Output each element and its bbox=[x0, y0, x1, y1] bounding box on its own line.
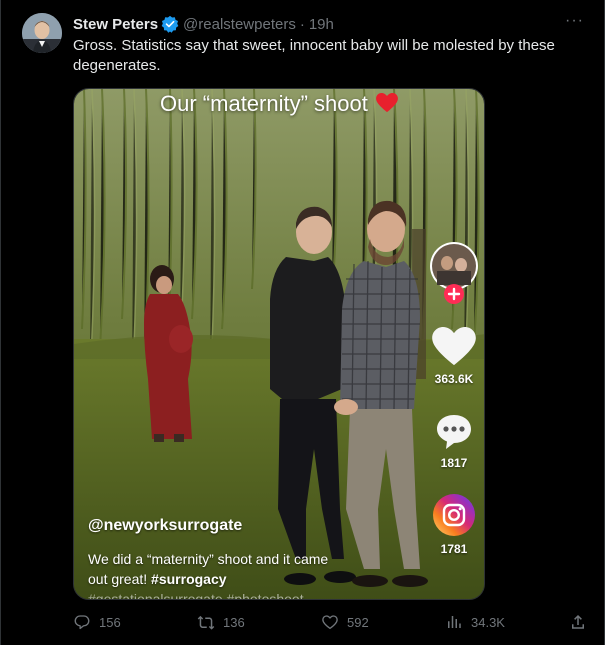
views-button[interactable]: 34.3K bbox=[445, 613, 569, 631]
reply-icon bbox=[74, 615, 90, 630]
comment-count: 1817 bbox=[440, 456, 468, 470]
media-title-text: Our “maternity” shoot bbox=[160, 91, 368, 116]
like-count: 363.6K bbox=[434, 372, 474, 386]
tiktok-caption: We did a “maternity” shoot and it came o… bbox=[88, 549, 388, 599]
tweet-text: Gross. Statistics say that sweet, innoce… bbox=[73, 37, 555, 74]
instagram-icon[interactable] bbox=[432, 493, 476, 537]
share-count: 1781 bbox=[440, 542, 468, 556]
views-count: 34.3K bbox=[471, 614, 505, 630]
repost-button[interactable]: 136 bbox=[197, 613, 321, 631]
repost-count: 136 bbox=[223, 614, 245, 630]
separator-dot: · bbox=[299, 15, 305, 33]
tweet-media[interactable]: Our “maternity” shoot 363.6K 1817 1781 @… bbox=[73, 88, 485, 600]
caption-hashtag[interactable]: #surrogacy bbox=[151, 571, 226, 587]
more-icon[interactable]: ··· bbox=[565, 12, 584, 30]
follow-plus-icon[interactable] bbox=[424, 283, 484, 310]
like-count-action: 592 bbox=[347, 614, 369, 630]
author-name[interactable]: Stew Peters bbox=[73, 16, 158, 33]
tiktok-like-icon[interactable] bbox=[432, 327, 476, 367]
heart-emoji-icon bbox=[376, 93, 398, 113]
caption-line-1: We did a “maternity” shoot and it came bbox=[88, 551, 329, 567]
share-button[interactable] bbox=[569, 613, 587, 631]
author-handle[interactable]: @realstewpeters bbox=[183, 16, 296, 33]
views-icon bbox=[448, 616, 461, 628]
timestamp[interactable]: 19h bbox=[309, 16, 334, 33]
caption-line-2: out great! bbox=[88, 571, 148, 587]
reply-button[interactable]: 156 bbox=[73, 613, 197, 631]
repost-icon bbox=[197, 615, 215, 630]
tiktok-comment-icon[interactable] bbox=[434, 411, 474, 451]
share-icon bbox=[572, 614, 584, 629]
like-icon bbox=[322, 615, 338, 630]
tweet-card[interactable]: Stew Peters @realstewpeters · 19h ··· Gr… bbox=[0, 0, 605, 645]
tiktok-comment[interactable]: 1817 bbox=[424, 411, 484, 470]
media-title: Our “maternity” shoot bbox=[74, 91, 484, 117]
tiktok-like[interactable]: 363.6K bbox=[424, 327, 484, 386]
tiktok-username[interactable]: @newyorksurrogate bbox=[88, 517, 242, 535]
avatar[interactable] bbox=[22, 13, 62, 53]
tweet-actions: 156 136 592 34.3K bbox=[73, 612, 591, 632]
tweet-header: Stew Peters @realstewpeters · 19h bbox=[73, 14, 334, 34]
reply-count: 156 bbox=[99, 614, 121, 630]
like-button[interactable]: 592 bbox=[321, 613, 445, 631]
instagram-share[interactable]: 1781 bbox=[424, 493, 484, 556]
caption-line-3[interactable]: #gestationalsurrogate #photoshoot bbox=[88, 589, 388, 599]
verified-badge-icon[interactable] bbox=[161, 15, 179, 33]
